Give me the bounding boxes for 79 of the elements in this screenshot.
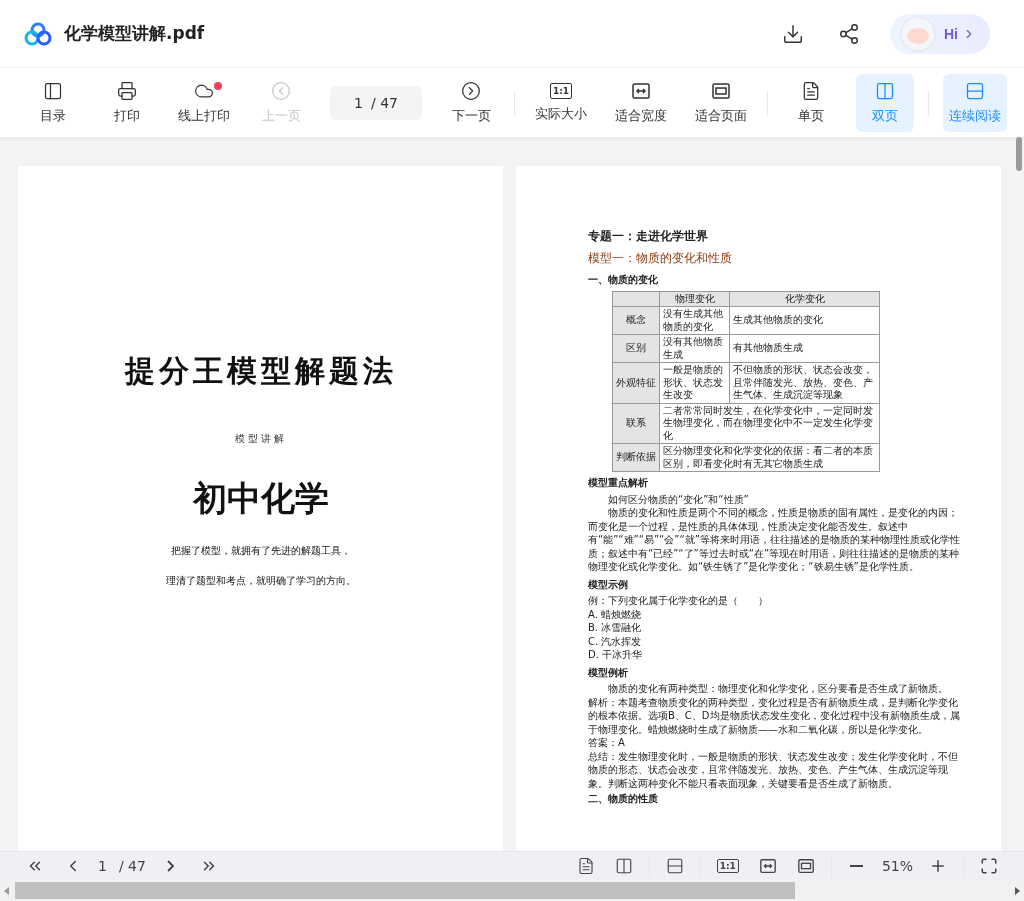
page-icon [801,80,821,101]
table-cell: 没有其他物质生成 [659,334,730,363]
table-cell: 生成其他物质的变化 [729,306,880,335]
paragraph: 如何区分物质的“变化”和“性质” [607,492,750,506]
subheading: 模型例析 [588,665,629,679]
actual-size-button[interactable]: 1:1 [716,859,739,873]
paragraph: 总结：发生物理变化时，一般是物质的形状、状态发生改变；发生化学变化时，不但物质的形态、状态会改变，且常伴随发光、放热、变色、产生气体、生成沉淀等现象。判断这两种变化不能只看表面现象，关键要看是否生成了新物质。 [588,749,959,790]
cover-subtitle: 模型讲解 [234,432,287,446]
share-icon [838,22,860,45]
row-header: 区别 [612,334,660,363]
toolbar-button[interactable]: 下一页 [442,73,500,132]
cover-heading: 初中化学 [192,477,329,520]
two-row-icon [965,80,985,101]
printer-icon [117,80,137,101]
table-cell: 一般是物质的形状、状态发生改变 [659,362,730,403]
table-cell: 没有生成其他物质的变化 [659,306,730,335]
toolbar-button[interactable]: 适合页面 [689,73,753,132]
cover-text: 把握了模型，就拥有了先进的解题工具， [170,544,351,558]
toolbar-button[interactable]: 1:1 实际大小 [529,73,593,132]
heading: 一、物质的变化 [588,273,659,287]
table-cell: 二者常常同时发生，在化学变化中，一定同时发生物理变化，而在物理变化中不一定发生化学变化 [659,403,880,444]
page-total: / 47 [118,858,146,874]
paragraph: A. 蜡烛燃烧 [588,607,643,621]
page-number-field[interactable]: 1 / 47 [330,85,422,120]
paragraph: 解析：本题考查物质变化的两种类型，变化过程是否有新物质生成，是判断化学变化的根本依据。选项B、C、D均是物质状态发生变化，变化过程中没有新物质生成，属于物理变化。蜡烛燃烧时生成了新物质——水和二氧化碳，所以是化学变化。 [588,695,961,736]
zoom-level: 51% [881,858,913,874]
fit-page-icon [796,857,815,875]
assistant-button[interactable]: Hi [890,13,990,54]
subheading: 模型示例 [588,577,629,591]
actual-size-icon: 1:1 [549,82,573,99]
chevron-right-icon [167,860,175,872]
scrollbar-thumb[interactable] [1016,137,1022,171]
file-title: 化学模型讲解.pdf [64,22,206,45]
two-column-icon [614,857,633,875]
row-header: 联系 [612,403,660,444]
subheading: 模型重点解析 [588,476,649,490]
paragraph: 答案：A [588,736,626,750]
two-column-icon [875,80,895,101]
cover-title: 提分王模型解题法 [124,352,397,390]
model-title: 模型一：物质的变化和性质 [588,251,733,265]
row-header: 外观特征 [612,362,660,403]
paragraph: B. 冰雪融化 [588,621,643,635]
page-icon [576,857,595,875]
table-header: 化学变化 [729,291,880,307]
logo-icon [24,21,52,46]
plus-icon [929,857,947,875]
toolbar-button[interactable]: 适合宽度 [609,73,673,132]
paragraph: C. 汽水挥发 [588,634,643,648]
fit-width-icon [631,80,651,101]
toolbar-button[interactable]: 打印 [98,73,156,132]
table-header: 物理变化 [659,291,730,307]
fullscreen-icon [980,857,998,875]
toolbar-button[interactable]: 线上打印 [172,73,236,132]
paragraph: 物质的变化有两种类型：物理变化和化学变化，区分要看是否生成了新物质。 [607,682,949,696]
circle-left-icon [271,80,291,101]
sidebar-icon [43,80,63,101]
paragraph: 例：下列变化属于化学变化的是（ ） [588,594,769,608]
paragraph: D. 干冰升华 [588,648,644,662]
table-header [612,291,660,307]
table-cell: 有其他物质生成 [729,334,880,363]
table-cell: 区分物理变化和化学变化的依据：看二者的本质区别，即看变化时有无其它物质生成 [659,443,880,472]
fit-width-icon [758,857,777,875]
toolbar-button[interactable]: 目录 [24,73,82,132]
scrollbar-thumb[interactable] [15,882,795,899]
page-number[interactable]: 1 [98,858,107,874]
two-row-icon [665,857,684,875]
minus-icon [850,865,864,867]
scroll-right-icon[interactable] [1015,886,1020,895]
section-title: 专题一：走进化学世界 [588,230,709,244]
toolbar-button[interactable]: 单页 [782,73,840,132]
download-icon [782,22,804,45]
cover-text: 理清了题型和考点，就明确了学习的方向。 [165,574,356,588]
fit-page-icon [711,80,731,101]
circle-right-icon [461,80,481,101]
heading: 二、物质的性质 [588,792,659,806]
row-header: 概念 [612,306,660,335]
paragraph: 物质的变化和性质是两个不同的概念，性质是物质的固有属性，是变化的内因；而变化是一个过程，是性质的具体体现，性质决定变化能否发生。叙述中有“能”“难”“易”“会”“就”等将来时用语，往往描述的是物质的某种物理性质或化学性质；叙述中有“已经”“了”等过去时或“在”等现在时用语，则往往描述的是物质的某种物理变化或化学变化。如“铁生锈了”是化学变化；“铁易生锈”是化学性质。 [588,506,961,574]
table-cell: 不但物质的形状、状态会改变，且常伴随发光、放热、变色、产生气体、生成沉淀等现象 [729,362,880,403]
row-header: 判断依据 [612,443,660,472]
